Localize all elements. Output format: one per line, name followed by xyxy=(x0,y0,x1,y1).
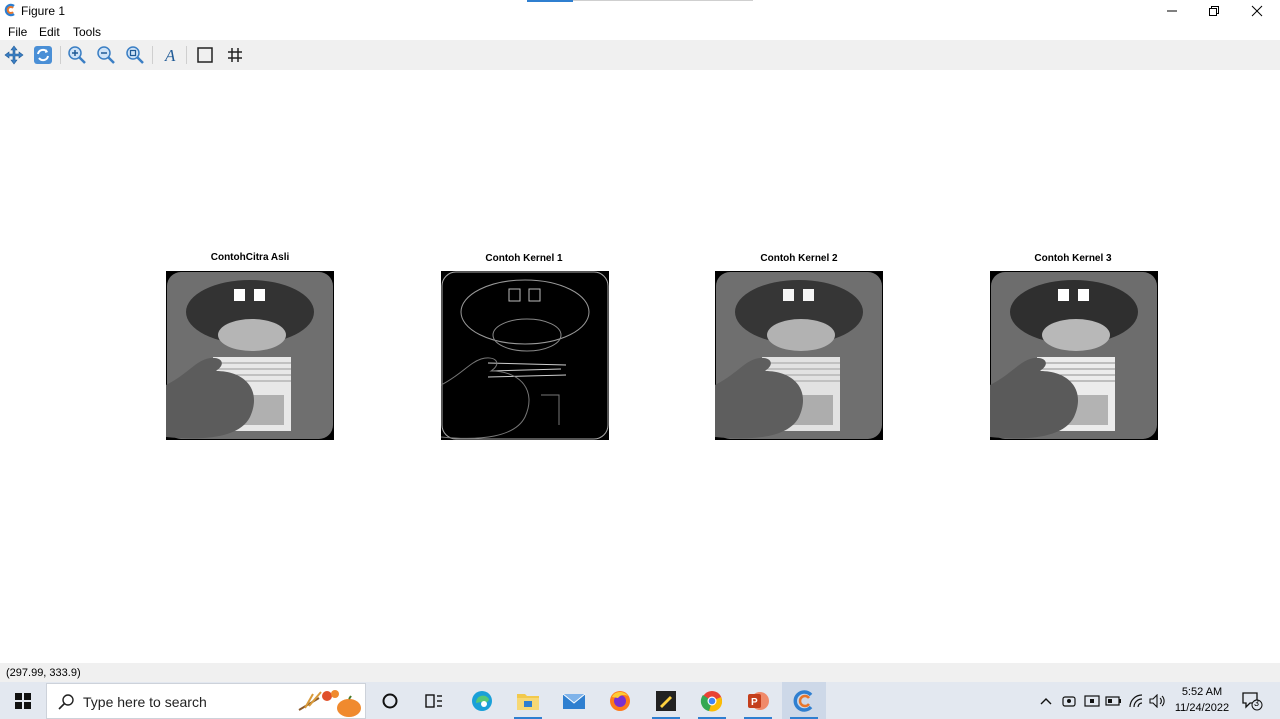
windows-icon xyxy=(15,692,31,709)
image-panel-smooth xyxy=(715,271,883,440)
menu-edit[interactable]: Edit xyxy=(39,25,60,39)
rectangle-button[interactable] xyxy=(193,43,217,67)
tray-network[interactable] xyxy=(1127,682,1147,719)
minimize-icon xyxy=(1167,10,1177,12)
clock-date: 11/24/2022 xyxy=(1174,702,1230,714)
close-icon xyxy=(1251,5,1263,17)
edge-icon xyxy=(472,690,492,711)
powerpoint-icon: P xyxy=(748,691,769,710)
task-view-button[interactable] xyxy=(412,682,456,719)
taskbar-firefox[interactable] xyxy=(598,682,642,719)
tray-volume[interactable] xyxy=(1148,682,1168,719)
panel-title-4: Contoh Kernel 3 xyxy=(1034,253,1112,264)
status-bar: (297.99, 333.9) xyxy=(0,663,1280,682)
rectangle-icon xyxy=(197,47,213,63)
restore-button[interactable] xyxy=(1192,0,1236,22)
panel-title-1: ContohCitra Asli xyxy=(210,252,290,263)
menu-bar: File Edit Tools xyxy=(0,22,1280,40)
chrome-icon xyxy=(700,690,723,711)
menu-tools[interactable]: Tools xyxy=(73,25,101,39)
battery-icon xyxy=(1105,695,1121,706)
mail-icon xyxy=(562,693,586,709)
zoom-in-button[interactable] xyxy=(65,43,89,67)
taskbar-clock[interactable]: 5:52 AM 11/24/2022 xyxy=(1166,684,1238,716)
notification-center-button[interactable]: 3 xyxy=(1238,682,1266,719)
clock-time: 5:52 AM xyxy=(1181,686,1223,698)
title-tab-accent xyxy=(527,0,573,2)
taskbar-search[interactable]: Type here to search xyxy=(46,683,366,719)
folder-icon xyxy=(517,693,539,710)
wifi-icon xyxy=(1129,693,1143,707)
image-panel-original xyxy=(166,271,334,440)
image-panel-sharp xyxy=(990,271,1158,440)
taskbar: Type here to search P 5:52 AM 11/24/2022… xyxy=(0,682,1280,719)
taskbar-figure-app[interactable] xyxy=(782,682,826,719)
autumn-search-highlight-icon xyxy=(298,690,361,717)
zoom-in-icon xyxy=(68,46,86,64)
search-icon xyxy=(58,694,74,710)
grid-button[interactable] xyxy=(223,43,247,67)
chevron-up-icon xyxy=(1040,697,1052,704)
menu-file[interactable]: File xyxy=(8,25,27,39)
notification-count: 3 xyxy=(1254,698,1260,708)
volume-icon xyxy=(1149,693,1165,708)
minimize-button[interactable] xyxy=(1150,0,1194,22)
toolbar-separator xyxy=(152,46,153,64)
sticky-notes-icon xyxy=(656,690,676,711)
task-view-icon xyxy=(425,693,442,708)
toolbar: A xyxy=(0,40,1280,70)
figure-canvas[interactable]: ContohCitra Asli Contoh Kernel 1 Contoh … xyxy=(0,70,1280,663)
tray-battery[interactable] xyxy=(1104,682,1124,719)
restore-icon xyxy=(1209,6,1219,16)
cortana-icon xyxy=(382,693,398,708)
pan-icon xyxy=(4,45,24,65)
cursor-coordinates: (297.99, 333.9) xyxy=(6,667,81,679)
taskbar-powerpoint[interactable]: P xyxy=(736,682,780,719)
show-hidden-icons-button[interactable] xyxy=(1036,682,1056,719)
toolbar-separator xyxy=(60,46,61,64)
taskbar-mail[interactable] xyxy=(552,682,596,719)
reset-icon xyxy=(34,46,52,64)
search-placeholder: Type here to search xyxy=(83,694,207,710)
close-button[interactable] xyxy=(1235,0,1279,22)
zoom-out-button[interactable] xyxy=(94,43,118,67)
start-button[interactable] xyxy=(0,682,46,719)
cortana-button[interactable] xyxy=(368,682,412,719)
zoom-out-icon xyxy=(97,46,115,64)
reset-button[interactable] xyxy=(31,43,55,67)
toolbar-separator xyxy=(186,46,187,64)
meet-now-icon xyxy=(1062,695,1076,707)
device-icon xyxy=(1084,694,1100,707)
text-icon: A xyxy=(164,46,176,65)
taskbar-chrome[interactable] xyxy=(690,682,734,719)
title-tab-line xyxy=(573,0,753,1)
zoom-fit-icon xyxy=(126,46,144,64)
taskbar-edge[interactable] xyxy=(460,682,504,719)
taskbar-file-explorer[interactable] xyxy=(506,682,550,719)
pan-button[interactable] xyxy=(2,43,26,67)
panel-title-3: Contoh Kernel 2 xyxy=(760,253,838,264)
notification-icon xyxy=(1242,691,1263,710)
text-button[interactable]: A xyxy=(159,43,183,67)
svg-text:P: P xyxy=(751,697,758,708)
title-bar: Figure 1 xyxy=(0,0,1280,22)
tray-device[interactable] xyxy=(1082,682,1102,719)
firefox-icon xyxy=(610,690,630,711)
zoom-fit-button[interactable] xyxy=(123,43,147,67)
image-panel-edges xyxy=(441,271,609,440)
svg-text:A: A xyxy=(164,46,176,65)
grid-icon xyxy=(228,48,242,62)
window-title: Figure 1 xyxy=(21,4,66,18)
taskbar-sticky-notes[interactable] xyxy=(644,682,688,719)
tray-meet-now[interactable] xyxy=(1059,682,1079,719)
figure-app-icon xyxy=(793,689,813,712)
panel-title-2: Contoh Kernel 1 xyxy=(485,253,563,264)
app-icon xyxy=(4,3,15,17)
